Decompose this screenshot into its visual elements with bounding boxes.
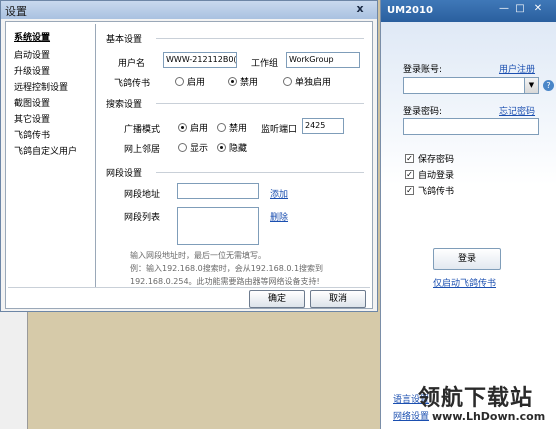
save-password-checkbox[interactable]: ✓ 保存密码 [405,152,454,165]
segment-address-label: 网段地址 [124,190,161,200]
add-segment-link[interactable]: 添加 [270,187,288,200]
radio-circle[interactable] [283,77,292,86]
nav-item-other[interactable]: 其它设置 [14,112,50,125]
feige-label: 飞鸽传书 [114,79,151,89]
ok-button[interactable]: 确定 [249,290,305,308]
checkbox-box[interactable]: ✓ [405,170,414,179]
workgroup-input[interactable]: WorkGroup [286,52,360,68]
delete-segment-link[interactable]: 删除 [270,210,288,223]
radio-label: 禁用 [240,78,259,88]
feige-disable-radio[interactable]: 禁用 [228,75,258,88]
section-divider [156,172,364,173]
login-button[interactable]: 登录 [433,248,501,270]
dialog-close-button[interactable]: x [349,2,371,16]
password-label: 登录密码: [403,107,443,117]
username-input[interactable]: WWW-212112B0( [163,52,237,68]
broadcast-label: 广播模式 [124,125,161,135]
dialog-content: 系统设置 启动设置 升级设置 远程控制设置 截图设置 其它设置 飞鸽传书 飞鸽自… [5,21,373,309]
radio-label: 显示 [190,144,209,154]
workgroup-label: 工作组 [251,59,279,69]
checkbox-label: 飞鸽传书 [418,187,455,197]
account-label: 登录账号: [403,65,443,75]
nav-item-startup[interactable]: 启动设置 [14,48,50,61]
checkbox-box[interactable]: ✓ [405,186,414,195]
nav-item-remote-control[interactable]: 远程控制设置 [14,80,68,93]
nav-item-system[interactable]: 系统设置 [14,30,50,43]
forgot-password-link[interactable]: 忘记密码 [499,104,535,117]
um-body: 登录账号: 用户注册 ▼ ? 登录密码: 忘记密码 ✓ 保存密码 ✓ 自动登录 … [381,22,556,429]
auto-login-checkbox[interactable]: ✓ 自动登录 [405,168,454,181]
minimize-button[interactable]: — [497,3,511,14]
nav-item-feige-custom-user[interactable]: 飞鸽自定义用户 [14,144,77,157]
hint-text: 192.168.0.254。此功能需要路由器等网络设备支持! [130,277,320,286]
background-window-area [28,310,380,429]
settings-nav: 系统设置 启动设置 升级设置 远程控制设置 截图设置 其它设置 飞鸽传书 飞鸽自… [8,24,96,287]
radio-circle[interactable] [175,77,184,86]
checkbox-label: 自动登录 [418,171,455,181]
section-divider [156,38,364,39]
segment-list-label: 网段列表 [124,213,161,223]
settings-dialog: 设置 x 系统设置 启动设置 升级设置 远程控制设置 截图设置 其它设置 飞鸽传… [0,0,378,312]
dropdown-arrow-icon[interactable]: ▼ [524,78,538,93]
dialog-titlebar: 设置 x [1,1,377,19]
radio-label: 禁用 [229,124,248,134]
radio-label: 启用 [190,124,209,134]
checkbox-label: 保存密码 [418,155,455,165]
nav-item-screenshot[interactable]: 截图设置 [14,96,50,109]
hint-text: 输入网段地址时，最后一位无需填写。 [130,251,266,260]
checkbox-box[interactable]: ✓ [405,154,414,163]
dialog-title: 设置 [5,5,27,18]
broadcast-disable-radio[interactable]: 禁用 [217,121,247,134]
hint-text: 例：输入192.168.0搜索时，会从192.168.0.1搜索到 [130,264,324,273]
feige-standalone-radio[interactable]: 单独启用 [283,75,331,88]
section-divider [156,103,364,104]
watermark-text: 领航下载站 [418,385,534,411]
background-window-edge [0,310,28,429]
feige-checkbox[interactable]: ✓ 飞鸽传书 [405,184,454,197]
port-input[interactable]: 2425 [302,118,344,134]
basic-settings-title: 基本设置 [106,35,143,45]
help-icon[interactable]: ? [543,80,554,91]
username-label: 用户名 [118,59,146,69]
radio-circle[interactable] [217,123,226,132]
radio-circle[interactable] [217,143,226,152]
nav-item-upgrade[interactable]: 升级设置 [14,64,50,77]
search-settings-title: 搜索设置 [106,100,143,110]
radio-circle[interactable] [178,143,187,152]
neighbor-label: 网上邻居 [124,145,161,155]
radio-label: 隐藏 [229,144,248,154]
broadcast-enable-radio[interactable]: 启用 [178,121,208,134]
um-window-title: UM2010 [387,5,433,16]
segment-settings-title: 网段设置 [106,169,143,179]
port-label: 监听端口 [261,125,298,135]
feige-enable-radio[interactable]: 启用 [175,75,205,88]
account-combobox[interactable]: ▼ [403,77,539,94]
maximize-button[interactable]: □ [513,3,527,14]
neighbor-hide-radio[interactable]: 隐藏 [217,141,247,154]
close-button[interactable]: ✕ [531,3,545,14]
register-link[interactable]: 用户注册 [499,62,535,75]
radio-circle[interactable] [178,123,187,132]
button-bar-divider [8,287,370,288]
um-titlebar: UM2010 — □ ✕ [381,0,556,22]
radio-circle[interactable] [228,77,237,86]
radio-label: 单独启用 [295,78,332,88]
watermark-url: www.LhDown.com [432,410,546,423]
nav-item-feige[interactable]: 飞鸽传书 [14,128,50,141]
neighbor-show-radio[interactable]: 显示 [178,141,208,154]
cancel-button[interactable]: 取消 [310,290,366,308]
um-login-window: UM2010 — □ ✕ 登录账号: 用户注册 ▼ ? 登录密码: 忘记密码 ✓… [380,0,556,429]
segment-listbox[interactable] [177,207,259,245]
radio-label: 启用 [187,78,206,88]
segment-address-input[interactable] [177,183,259,199]
password-field[interactable] [403,118,539,135]
launch-feige-only-link[interactable]: 仅启动飞鸽传书 [433,276,496,289]
